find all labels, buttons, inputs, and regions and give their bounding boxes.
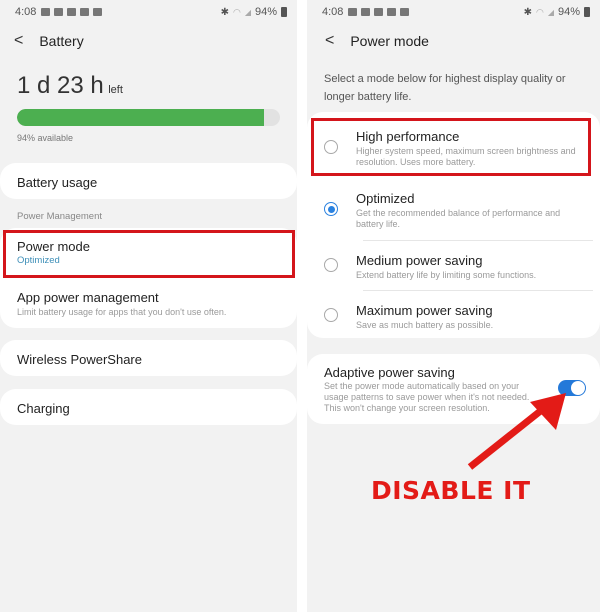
battery-usage-label: Battery usage [17, 175, 98, 190]
wireless-powershare-label: Wireless PowerShare [17, 352, 142, 367]
battery-usage-item[interactable]: Battery usage [0, 163, 297, 199]
bluetooth-icon: ✱ [523, 6, 532, 18]
translate-icon [374, 8, 384, 16]
back-arrow-icon[interactable]: < [325, 32, 334, 50]
radio-medium-power-saving[interactable] [324, 258, 338, 272]
divider [363, 240, 593, 241]
mode-subtitle: Extend battery life by limiting some fun… [356, 270, 537, 280]
mode-option-medium-power-saving[interactable]: Medium power saving Extend battery life … [310, 244, 590, 288]
highlight-box-power-mode [3, 230, 295, 278]
adaptive-toggle[interactable] [558, 380, 586, 396]
mode-title: Medium power saving [356, 253, 483, 268]
message-icon [41, 8, 51, 16]
battery-level-fill [17, 109, 265, 126]
translate-icon [67, 8, 77, 16]
mode-option-maximum-power-saving[interactable]: Maximum power saving Save as much batter… [310, 294, 590, 338]
power-mode-screen: 4:08 ✱ ◠ ◢ 94% < Power mode Select a mod… [307, 0, 600, 612]
wifi-icon: ◠ [535, 6, 544, 17]
mode-title: Maximum power saving [356, 303, 493, 318]
app-power-subtitle: Limit battery usage for apps that you do… [17, 307, 227, 317]
signal-icon: ◢ [244, 7, 251, 17]
status-bar: 4:08 ✱ ◠ ◢ 94% [15, 5, 287, 19]
status-time: 4:08 [15, 6, 37, 18]
radio-maximum-power-saving[interactable] [324, 308, 338, 322]
page-title: Power mode [350, 33, 429, 49]
wifi-icon: ◠ [232, 6, 241, 17]
wireless-powershare-item[interactable]: Wireless PowerShare [0, 340, 297, 376]
fan-icon [387, 8, 397, 16]
time-left: 1 d 23 h left [17, 72, 123, 100]
adaptive-subtitle: Set the power mode automatically based o… [324, 381, 530, 413]
mode-subtitle: Get the recommended balance of performan… [356, 208, 561, 229]
status-time: 4:08 [322, 6, 344, 18]
mode-subtitle: Save as much battery as possible. [356, 320, 494, 330]
battery-icon [281, 7, 287, 17]
calendar-icon [54, 8, 64, 16]
status-bar: 4:08 ✱ ◠ ◢ 94% [322, 5, 590, 19]
time-left-suffix: left [108, 84, 123, 96]
calendar-icon [361, 8, 371, 16]
mode-title: Optimized [356, 191, 415, 206]
time-left-value: 1 d 23 h [17, 72, 104, 99]
battery-level-bar [17, 109, 280, 126]
gallery-icon [400, 8, 410, 16]
adaptive-title: Adaptive power saving [324, 365, 455, 380]
app-power-title: App power management [17, 290, 159, 305]
section-header: Power Management [17, 211, 103, 222]
battery-icon [584, 7, 590, 17]
toggle-knob [571, 381, 585, 395]
divider [363, 290, 593, 291]
adaptive-power-saving-item[interactable]: Adaptive power saving Set the power mode… [307, 354, 600, 424]
callout-text: DISABLE IT [371, 476, 531, 505]
highlight-box-high-performance [311, 118, 591, 176]
charging-label: Charging [17, 401, 70, 416]
battery-percent: 94% [254, 6, 277, 18]
page-title: Battery [39, 33, 84, 49]
app-bar: < Power mode [325, 32, 429, 50]
available-text: 94% available [17, 133, 74, 143]
mode-option-optimized[interactable]: Optimized Get the recommended balance of… [310, 182, 590, 238]
signal-icon: ◢ [547, 7, 554, 17]
charging-item[interactable]: Charging [0, 389, 297, 425]
back-arrow-icon[interactable]: < [14, 32, 23, 50]
battery-screen: 4:08 ✱ ◠ ◢ 94% < Battery 1 d 23 h left 9… [0, 0, 297, 612]
bluetooth-icon: ✱ [220, 6, 229, 18]
app-power-management-item[interactable]: App power management Limit battery usage… [0, 284, 297, 324]
radio-optimized[interactable] [324, 202, 338, 216]
app-bar: < Battery [14, 32, 84, 50]
description-text: Select a mode below for highest display … [324, 73, 566, 103]
fan-icon [80, 8, 90, 16]
gallery-icon [93, 8, 103, 16]
battery-percent: 94% [557, 6, 580, 18]
message-icon [348, 8, 358, 16]
